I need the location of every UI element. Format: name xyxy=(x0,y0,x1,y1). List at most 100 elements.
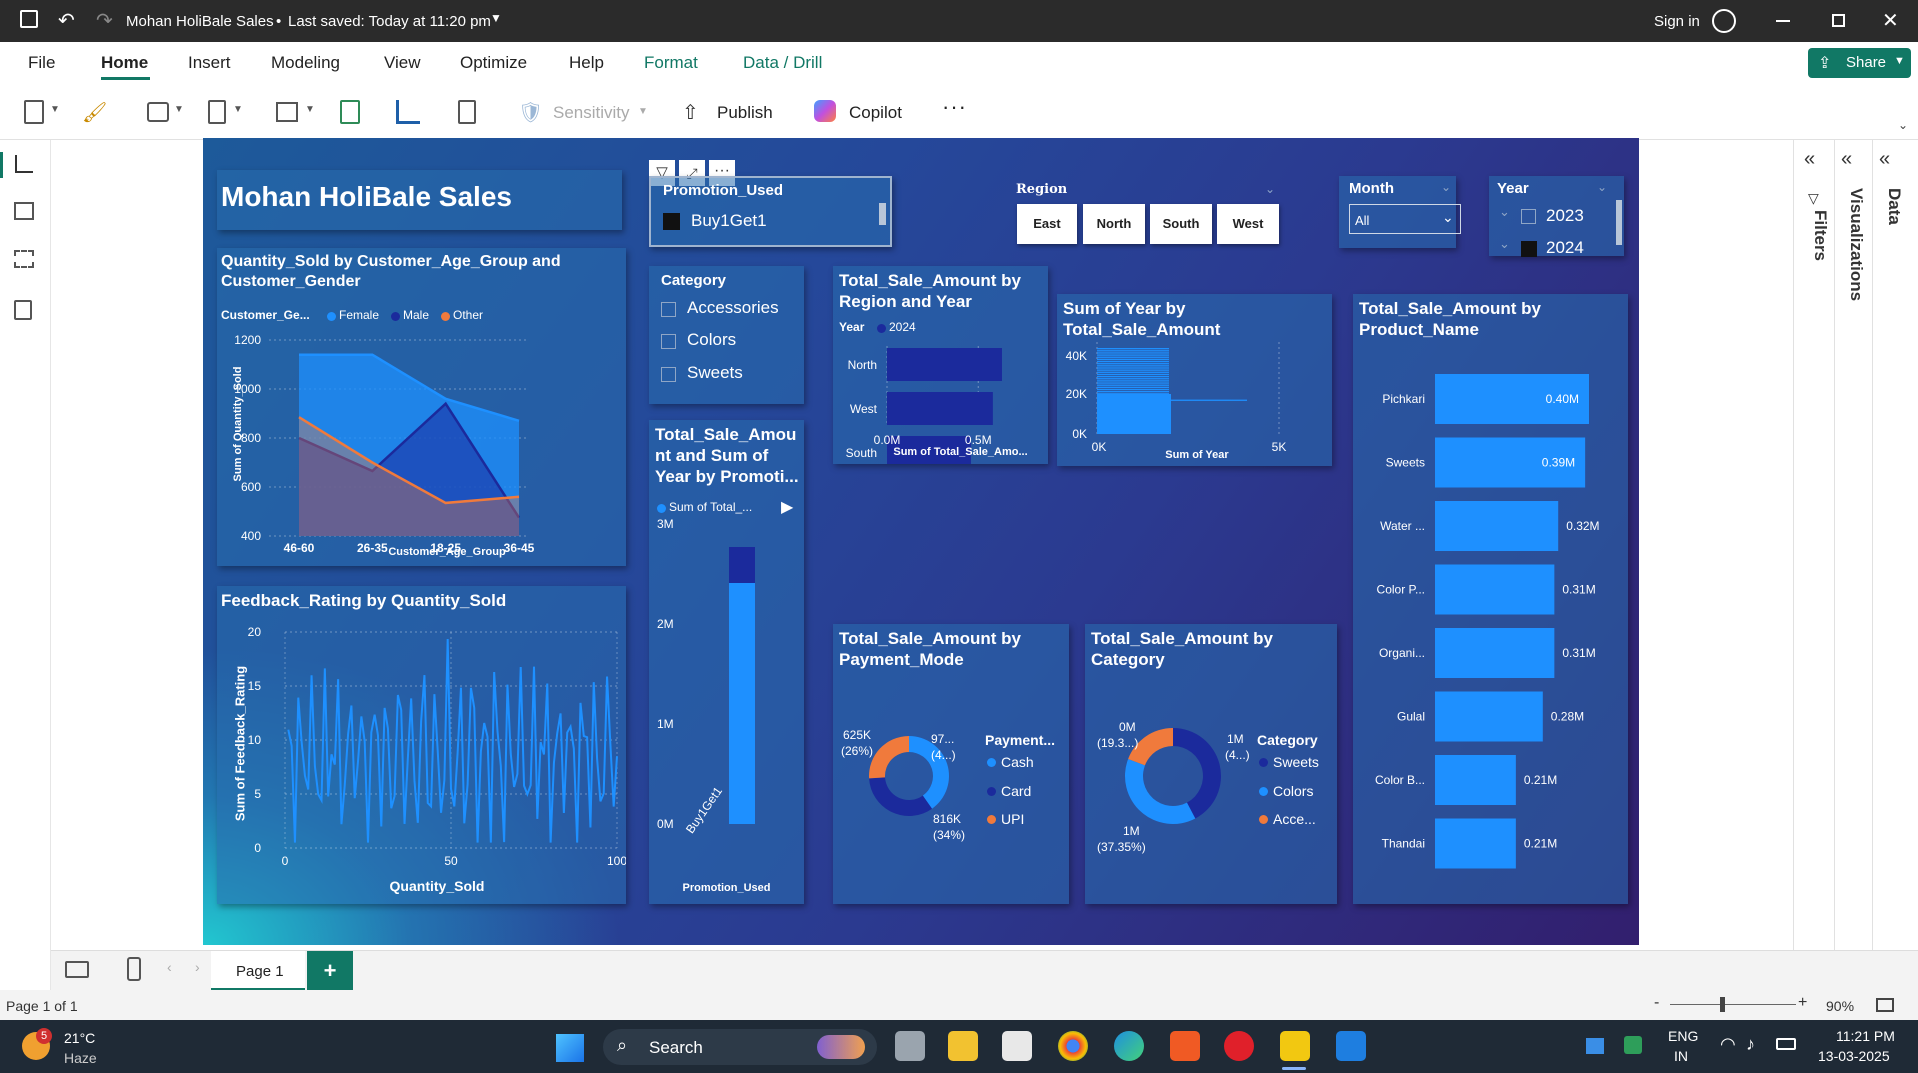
prev-page-icon[interactable]: ‹ xyxy=(167,959,172,975)
format-painter-icon[interactable]: 🖌 xyxy=(82,100,107,125)
paste-icon[interactable] xyxy=(24,100,44,124)
refresh-icon[interactable] xyxy=(340,100,360,124)
share-button[interactable]: ⇪ Share ▼ xyxy=(1808,48,1911,78)
get-data-icon[interactable] xyxy=(147,102,169,122)
checkbox-unchecked[interactable] xyxy=(1521,209,1536,224)
last-saved[interactable]: Last saved: Today at 11:20 pm xyxy=(288,13,491,30)
chevron-down-icon[interactable]: ▼ xyxy=(490,11,502,25)
desktop-layout-icon[interactable] xyxy=(65,961,89,978)
promotion-column-chart[interactable]: Total_Sale_Amou nt and Sum of Year by Pr… xyxy=(649,420,804,904)
undo-icon[interactable]: ↶ xyxy=(58,8,75,33)
battery-icon[interactable] xyxy=(1776,1038,1796,1050)
payment-donut-chart[interactable]: Total_Sale_Amount by Payment_Mode 625K (… xyxy=(833,624,1069,904)
checkbox-unchecked[interactable] xyxy=(661,302,676,317)
tray-app-icon[interactable] xyxy=(1586,1038,1604,1054)
data-pane-tab[interactable]: Data xyxy=(1876,188,1904,288)
chevron-down-icon[interactable]: ▼ xyxy=(50,104,60,115)
wifi-icon[interactable]: ◠ xyxy=(1720,1034,1736,1055)
publish-icon[interactable]: ⇧ xyxy=(682,100,699,125)
tab-help[interactable]: Help xyxy=(569,53,604,73)
weather-description[interactable]: Haze xyxy=(64,1050,97,1066)
checkbox-checked[interactable] xyxy=(663,213,680,230)
tab-data-drill[interactable]: Data / Drill xyxy=(743,53,822,73)
tab-view[interactable]: View xyxy=(384,53,421,73)
tab-optimize[interactable]: Optimize xyxy=(460,53,527,73)
scrollbar[interactable] xyxy=(1616,200,1622,245)
tab-format[interactable]: Format xyxy=(644,53,698,73)
legend-accessories[interactable]: Acce... xyxy=(1273,811,1316,827)
weather-temperature[interactable]: 21°C xyxy=(64,1030,95,1046)
chevron-down-icon[interactable]: ⌄ xyxy=(1597,180,1607,194)
expand-filters-icon[interactable]: « xyxy=(1804,148,1815,171)
region-code[interactable]: IN xyxy=(1674,1048,1688,1064)
add-page-button[interactable]: + xyxy=(307,951,353,991)
publish-button[interactable]: Publish xyxy=(717,103,773,123)
volume-icon[interactable]: ♪ xyxy=(1746,1034,1755,1055)
brave-icon[interactable] xyxy=(1170,1031,1200,1061)
slicer-item-2023[interactable]: 2023 xyxy=(1546,206,1584,226)
region-button-north[interactable]: North xyxy=(1083,204,1145,244)
language-code[interactable]: ENG xyxy=(1668,1028,1698,1044)
checkbox-unchecked[interactable] xyxy=(661,367,676,382)
account-icon[interactable] xyxy=(1712,9,1736,33)
save-icon[interactable] xyxy=(20,10,38,28)
month-dropdown[interactable]: All ⌄ xyxy=(1349,204,1461,234)
category-donut-chart[interactable]: Total_Sale_Amount by Category 0M (19.3..… xyxy=(1085,624,1337,904)
region-button-east[interactable]: East xyxy=(1017,204,1077,244)
zoom-slider-thumb[interactable] xyxy=(1720,997,1725,1012)
more-options-icon[interactable]: ··· xyxy=(942,94,967,120)
redo-icon[interactable]: ↷ xyxy=(96,8,113,33)
windows-start-icon[interactable] xyxy=(556,1034,584,1062)
taskbar-search-box[interactable]: ⌕ Search xyxy=(603,1029,877,1065)
transform-data-icon[interactable] xyxy=(276,102,298,122)
legend-colors[interactable]: Colors xyxy=(1273,783,1313,799)
zoom-out-icon[interactable]: - xyxy=(1654,994,1659,1012)
age-gender-area-chart[interactable]: Quantity_Sold by Customer_Age_Group and … xyxy=(217,248,626,566)
zoom-level[interactable]: 90% xyxy=(1826,998,1854,1014)
year-by-amount-bar-chart[interactable]: Sum of Year by Total_Sale_Amount 40K 20K 0… xyxy=(1057,294,1332,466)
feedback-line-chart[interactable]: Feedback_Rating by Quantity_Sold 20 15 10 5… xyxy=(217,586,626,904)
page-tab[interactable]: Page 1 xyxy=(211,951,305,991)
tab-modeling[interactable]: Modeling xyxy=(271,53,340,73)
legend-upi[interactable]: UPI xyxy=(1001,811,1024,827)
slicer-item-colors[interactable]: Colors xyxy=(687,330,736,350)
scrollbar[interactable] xyxy=(879,203,886,225)
expand-chevron-icon[interactable]: ⌄ xyxy=(1499,236,1510,252)
chevron-down-icon[interactable]: ▼ xyxy=(233,104,243,115)
chrome-icon[interactable] xyxy=(1058,1031,1088,1061)
table-view-icon[interactable] xyxy=(14,202,34,220)
security-icon[interactable] xyxy=(1624,1036,1642,1054)
slicer-item-sweets[interactable]: Sweets xyxy=(687,363,743,383)
chevron-down-icon[interactable]: ⌄ xyxy=(1441,180,1451,194)
tab-insert[interactable]: Insert xyxy=(188,53,231,73)
legend-card[interactable]: Card xyxy=(1001,783,1031,799)
model-view-icon[interactable] xyxy=(14,250,34,268)
minimize-icon[interactable] xyxy=(1776,20,1790,22)
tab-file[interactable]: File xyxy=(28,53,55,73)
opera-icon[interactable] xyxy=(1224,1031,1254,1061)
tab-home[interactable]: Home xyxy=(101,53,148,73)
legend-sweets[interactable]: Sweets xyxy=(1273,754,1319,770)
sign-in-link[interactable]: Sign in xyxy=(1654,13,1700,30)
zoom-slider[interactable] xyxy=(1670,1004,1796,1005)
region-button-west[interactable]: West xyxy=(1217,204,1279,244)
snipping-tool-icon[interactable] xyxy=(1002,1031,1032,1061)
chevron-down-icon[interactable]: ▼ xyxy=(174,104,184,115)
zoom-in-icon[interactable]: + xyxy=(1798,994,1807,1012)
expand-data-icon[interactable]: « xyxy=(1879,148,1890,171)
legend-cash[interactable]: Cash xyxy=(1001,754,1034,770)
collapse-ribbon-icon[interactable]: ⌄ xyxy=(1898,118,1908,132)
region-bar-chart[interactable]: Total_Sale_Amount by Region and Year Yea… xyxy=(833,266,1048,464)
promotion-slicer[interactable]: Promotion_Used Buy1Get1 xyxy=(649,176,892,247)
copilot-button[interactable]: Copilot xyxy=(849,103,902,123)
expand-visualizations-icon[interactable]: « xyxy=(1841,148,1852,171)
visualizations-pane-tab[interactable]: Visualizations xyxy=(1838,188,1866,388)
dax-query-view-icon[interactable] xyxy=(14,300,32,320)
copilot-icon[interactable] xyxy=(814,100,836,122)
filters-pane-tab[interactable]: Filters xyxy=(1802,210,1830,350)
next-page-icon[interactable]: › xyxy=(195,959,200,975)
slicer-item-2024[interactable]: 2024 xyxy=(1546,238,1584,258)
slicer-item[interactable]: Buy1Get1 xyxy=(691,211,767,231)
power-bi-icon[interactable] xyxy=(1280,1031,1310,1061)
expand-chevron-icon[interactable]: ⌄ xyxy=(1499,204,1510,220)
